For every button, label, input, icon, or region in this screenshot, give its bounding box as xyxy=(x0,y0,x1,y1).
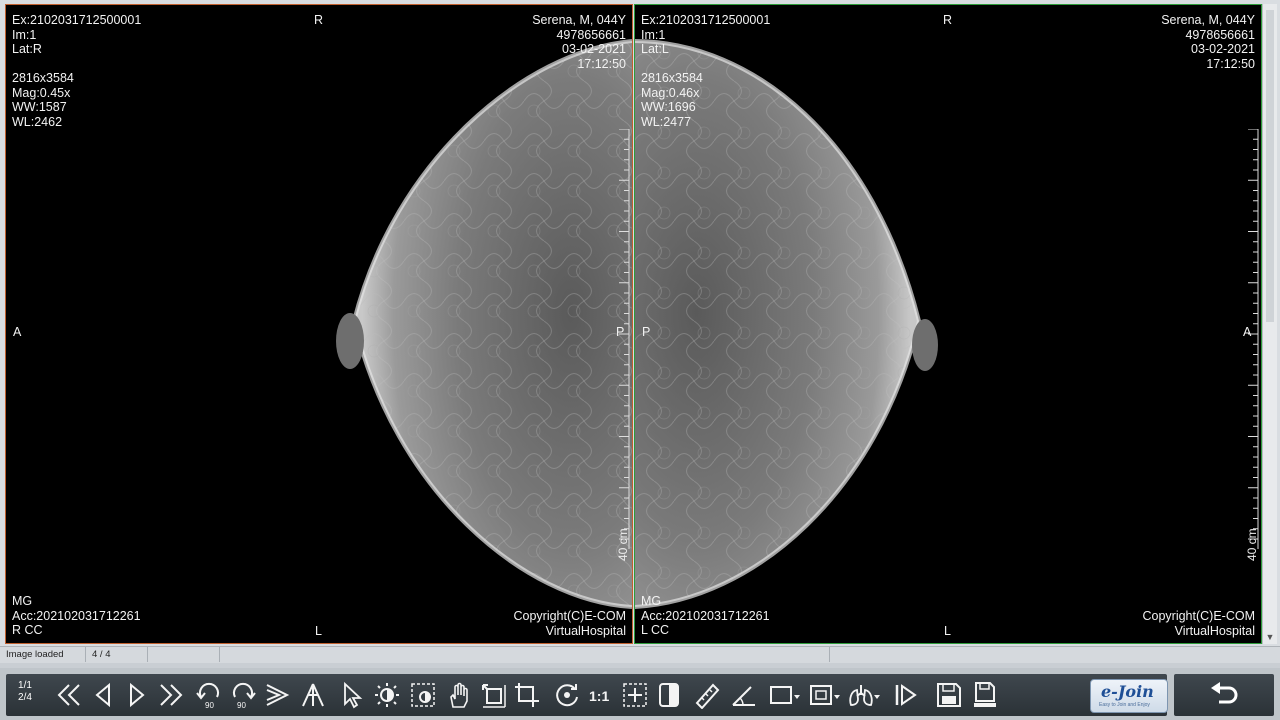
play-bar-icon xyxy=(895,684,917,706)
window-level-button[interactable] xyxy=(372,678,402,712)
overlay-top-right: Serena, M, 044Y 4978656661 03-02-2021 17… xyxy=(1161,13,1255,71)
actual-size-button[interactable]: 1:1 xyxy=(586,678,616,712)
scroll-down-arrow-icon[interactable]: ▼ xyxy=(1265,632,1275,642)
orientation-bottom: L xyxy=(944,624,951,638)
overlay-bottom-right: Copyright(C)E-COM VirtualHospital xyxy=(1142,609,1255,638)
magnify-dots-icon xyxy=(623,683,647,707)
select-button[interactable] xyxy=(336,678,366,712)
overlay-bottom-right: Copyright(C)E-COM VirtualHospital xyxy=(513,609,626,638)
magnify-button[interactable] xyxy=(620,678,650,712)
overlay-top-left: Ex:2102031712500001 Im:1 Lat:R 2816x3584… xyxy=(12,13,142,129)
orientation-right: A xyxy=(1243,325,1252,339)
status-cell-empty xyxy=(220,647,830,662)
status-counter: 4 / 4 xyxy=(86,647,148,662)
overlay-top-right: Serena, M, 044Y 4978656661 03-02-2021 17… xyxy=(532,13,626,71)
status-bar: Image loaded 4 / 4 xyxy=(0,646,1280,663)
square-roi-icon xyxy=(810,685,832,705)
rotate-cw-90-icon: 90 xyxy=(233,682,256,709)
double-chevron-right-icon xyxy=(160,684,183,706)
caret-down-icon xyxy=(794,695,800,699)
viewport-left-cc[interactable]: 40 cm Ex:2102031712500001 Im:1 Lat:L 281… xyxy=(634,4,1262,644)
triangle-left-icon xyxy=(95,682,110,708)
invert-icon xyxy=(659,683,679,707)
hand-icon xyxy=(450,682,468,708)
bottom-toolbar: 1/1 2/4 90 90 1:1 e-Join Easy to Join and … xyxy=(0,668,1280,720)
measure-length-button[interactable] xyxy=(692,678,722,712)
orientation-top: R xyxy=(314,13,324,27)
scrollbar-thumb[interactable] xyxy=(1266,10,1274,322)
layout-dropdown[interactable] xyxy=(872,678,882,712)
logo-subtitle: Easy to Join and Enjoy xyxy=(1099,702,1150,708)
flip-horizontal-button[interactable] xyxy=(262,678,292,712)
page-current: 1/1 xyxy=(18,680,32,691)
flip-horizontal-icon xyxy=(266,684,290,706)
rotate-ccw-90-icon: 90 xyxy=(196,682,219,709)
page-total: 2/4 xyxy=(18,692,32,703)
ruler-label: 40 cm xyxy=(1245,528,1259,561)
ellipse-roi-dropdown[interactable] xyxy=(832,678,842,712)
roi-brightness-icon xyxy=(411,683,435,707)
one-to-one-icon: 1:1 xyxy=(589,688,609,704)
floppy-export-icon xyxy=(974,682,996,707)
undo-arrow-icon xyxy=(1211,682,1238,704)
logo-text: e-Join xyxy=(1101,682,1154,701)
svg-text:90: 90 xyxy=(237,701,246,709)
caret-down-icon xyxy=(874,695,880,699)
status-cell-empty xyxy=(148,647,220,662)
next-image-button[interactable] xyxy=(122,678,152,712)
reset-icon xyxy=(556,684,578,707)
rotate-right-90-button[interactable]: 90 xyxy=(228,678,258,712)
rotate-left-90-button[interactable]: 90 xyxy=(194,678,224,712)
overlay-bottom-left: MG Acc:202102031712261 L CC xyxy=(641,594,770,637)
vertical-scrollbar[interactable]: ▼ xyxy=(1262,4,1277,644)
fit-button[interactable] xyxy=(512,678,542,712)
triangle-right-icon xyxy=(130,682,145,708)
previous-image-button[interactable] xyxy=(88,678,118,712)
export-button[interactable] xyxy=(970,678,1000,712)
rectangle-icon xyxy=(770,686,792,704)
orientation-bottom: L xyxy=(315,624,322,638)
page-indicator: 1/1 2/4 xyxy=(14,680,36,704)
double-chevron-left-icon xyxy=(57,684,80,706)
tool-strip: 1/1 2/4 90 90 1:1 e-Join Easy to Join and … xyxy=(6,674,1168,716)
caret-down-icon xyxy=(834,695,840,699)
ruler-label: 40 cm xyxy=(616,528,630,561)
svg-text:1:1: 1:1 xyxy=(589,688,609,704)
roi-window-level-button[interactable] xyxy=(408,678,438,712)
stretch-icon xyxy=(482,684,506,708)
overlay-top-left: Ex:2102031712500001 Im:1 Lat:L 2816x3584… xyxy=(641,13,771,129)
orientation-left: P xyxy=(642,325,651,339)
svg-text:90: 90 xyxy=(205,701,214,709)
first-image-button[interactable] xyxy=(54,678,84,712)
status-message: Image loaded xyxy=(0,647,86,662)
back-button[interactable] xyxy=(1174,674,1274,716)
measure-angle-button[interactable] xyxy=(728,678,758,712)
flip-vertical-button[interactable] xyxy=(298,678,328,712)
rectangle-roi-dropdown[interactable] xyxy=(792,678,802,712)
invert-button[interactable] xyxy=(654,678,684,712)
viewport-right-cc[interactable]: 40 cm Ex:2102031712500001 Im:1 Lat:R 281… xyxy=(5,4,633,644)
overlay-bottom-left: MG Acc:202102031712261 R CC xyxy=(12,594,141,637)
angle-icon xyxy=(732,686,755,706)
orientation-left: A xyxy=(13,325,22,339)
orientation-right: P xyxy=(616,325,625,339)
save-button[interactable] xyxy=(934,678,964,712)
cursor-arrow-icon xyxy=(344,681,363,709)
ruler-icon xyxy=(695,683,720,709)
ejoin-logo: e-Join Easy to Join and Enjoy xyxy=(1090,679,1168,713)
status-cell-empty xyxy=(830,647,1280,662)
stretch-button[interactable] xyxy=(478,678,508,712)
last-image-button[interactable] xyxy=(156,678,186,712)
cine-button[interactable] xyxy=(890,678,920,712)
crop-fit-icon xyxy=(515,683,539,707)
reset-button[interactable] xyxy=(552,678,582,712)
image-viewer: 40 cm Ex:2102031712500001 Im:1 Lat:R 281… xyxy=(0,0,1280,646)
floppy-icon xyxy=(937,683,961,707)
pan-button[interactable] xyxy=(444,678,474,712)
flip-vertical-icon xyxy=(302,683,324,707)
orientation-top: R xyxy=(943,13,953,27)
lungs-icon xyxy=(849,685,873,706)
brightness-icon xyxy=(375,683,399,707)
